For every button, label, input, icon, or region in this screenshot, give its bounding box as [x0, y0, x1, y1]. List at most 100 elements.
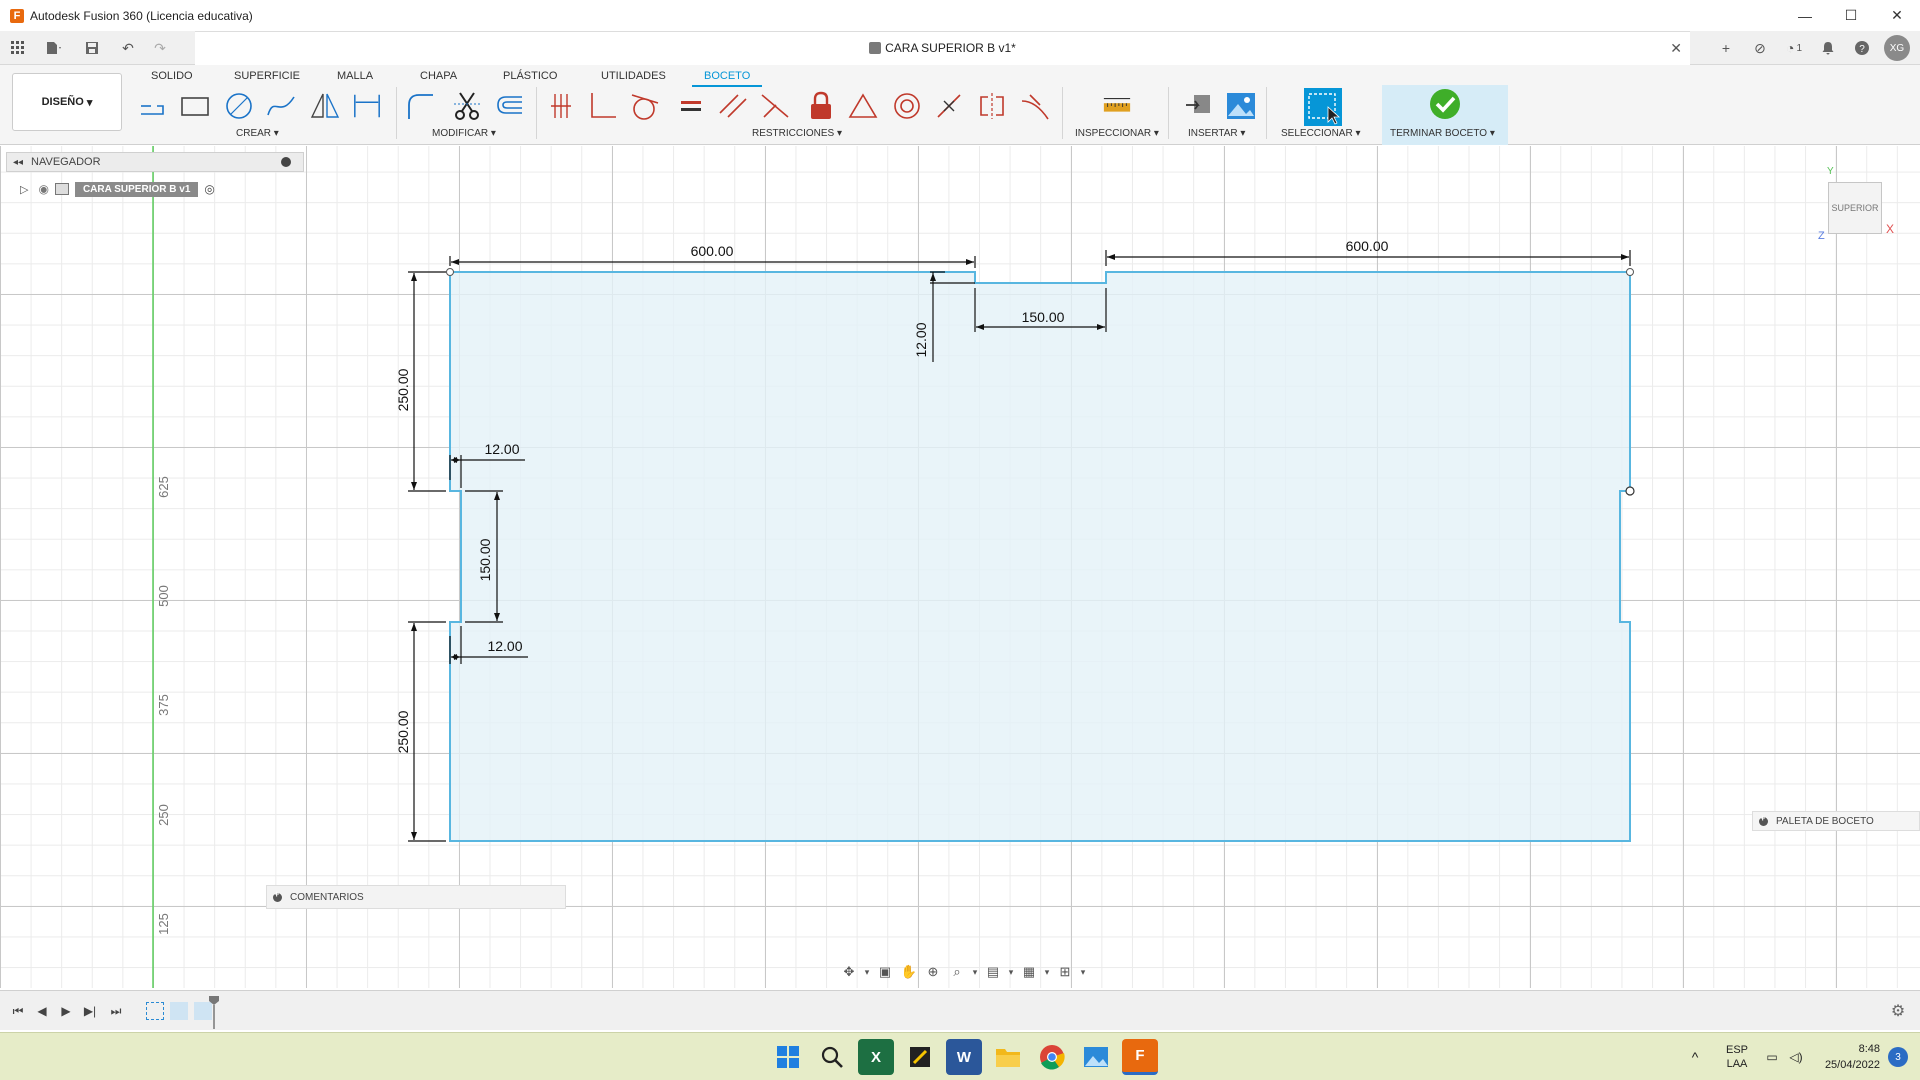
sketch-point[interactable]: [1625, 486, 1635, 496]
user-avatar[interactable]: XG: [1884, 35, 1910, 61]
sketch-profile[interactable]: [449, 271, 1631, 842]
timeline-sketch-feature-icon[interactable]: [146, 1002, 164, 1020]
pan-hand-icon[interactable]: ✋: [898, 961, 920, 983]
group-terminar-boceto[interactable]: TERMINAR BOCETO ▾: [1390, 128, 1495, 139]
group-seleccionar[interactable]: SELECCIONAR ▾: [1281, 128, 1361, 139]
tray-overflow-icon[interactable]: ^: [1680, 1049, 1710, 1065]
sketch-point[interactable]: [1626, 268, 1634, 276]
windows-start-icon[interactable]: [770, 1039, 806, 1075]
collinear-constraint-icon[interactable]: [760, 91, 790, 121]
browser-options-icon[interactable]: [281, 157, 291, 167]
clock[interactable]: 8:48 25/04/2022: [1808, 1041, 1880, 1073]
collapse-browser-icon[interactable]: ◂◂: [13, 157, 23, 168]
new-tab-icon[interactable]: +: [1714, 36, 1738, 60]
finish-sketch-check-icon[interactable]: [1428, 87, 1462, 121]
dimension-text[interactable]: 12.00: [484, 441, 519, 457]
job-status-icon[interactable]: ◔ 1: [1782, 36, 1806, 60]
browser-root-node[interactable]: ▷ ◉ CARA SUPERIOR B v1 ◎: [20, 180, 215, 198]
curvature-constraint-icon[interactable]: [1020, 91, 1050, 121]
orbit-icon[interactable]: ✥: [838, 961, 860, 983]
workspace-switcher[interactable]: DISEÑO ▾: [12, 73, 122, 131]
volume-icon[interactable]: ◁): [1784, 1050, 1808, 1064]
triangle-constraint-icon[interactable]: [848, 91, 878, 121]
tangent-constraint-icon[interactable]: [630, 91, 660, 121]
select-tool-icon[interactable]: [1304, 88, 1342, 126]
redo-icon[interactable]: ↷: [148, 36, 172, 60]
look-at-icon[interactable]: ▣: [874, 961, 896, 983]
dimension-text[interactable]: 600.00: [691, 243, 734, 259]
coincident-constraint-icon[interactable]: [546, 91, 576, 121]
document-tab[interactable]: CARA SUPERIOR B v1* ✕: [195, 31, 1690, 65]
comments-panel[interactable]: COMENTARIOS: [266, 885, 566, 909]
help-icon[interactable]: ?: [1850, 36, 1874, 60]
sketch-palette-panel[interactable]: PALETA DE BOCETO: [1752, 811, 1920, 831]
fix-lock-icon[interactable]: [806, 91, 836, 121]
notification-count-badge[interactable]: 3: [1888, 1047, 1908, 1067]
fillet-tool-icon[interactable]: [405, 91, 435, 121]
save-icon[interactable]: [80, 36, 104, 60]
browser-component-label[interactable]: CARA SUPERIOR B v1: [74, 181, 199, 197]
search-icon[interactable]: [814, 1039, 850, 1075]
concentric-constraint-icon[interactable]: [892, 91, 922, 121]
step-back-icon[interactable]: ◀: [34, 1003, 50, 1019]
file-explorer-icon[interactable]: [990, 1039, 1026, 1075]
tab-plastico[interactable]: PLÁSTICO: [503, 67, 557, 85]
orbit-dropdown-icon[interactable]: ▾: [862, 961, 872, 983]
viewcube[interactable]: SUPERIOR: [1828, 182, 1882, 234]
measure-ruler-icon[interactable]: [1102, 91, 1132, 121]
tab-superficie[interactable]: SUPERFICIE: [234, 67, 300, 85]
tab-solido[interactable]: SOLIDO: [151, 67, 193, 85]
dimension-text[interactable]: 250.00: [395, 368, 411, 411]
expand-arrow-icon[interactable]: ▷: [20, 183, 28, 196]
circle-tool-icon[interactable]: [224, 91, 254, 121]
close-window-button[interactable]: ✕: [1874, 0, 1920, 31]
symmetry-constraint-icon[interactable]: [977, 91, 1007, 121]
file-menu-icon[interactable]: [42, 36, 66, 60]
go-to-end-icon[interactable]: ⏭: [108, 1003, 124, 1019]
tab-boceto[interactable]: BOCETO: [692, 67, 763, 87]
sticky-notes-icon[interactable]: [902, 1039, 938, 1075]
undo-icon[interactable]: ↶: [116, 36, 140, 60]
app-grid-icon[interactable]: [6, 36, 30, 60]
word-icon[interactable]: W: [946, 1039, 982, 1075]
zoom-dropdown-icon[interactable]: ▾: [970, 961, 980, 983]
spline-tool-icon[interactable]: [266, 91, 296, 121]
chrome-icon[interactable]: [1034, 1039, 1070, 1075]
line-tool-icon[interactable]: [138, 91, 168, 121]
play-icon[interactable]: ▶: [58, 1003, 74, 1019]
timeline-feature-icon[interactable]: [170, 1002, 188, 1020]
mirror-tool-icon[interactable]: [310, 91, 340, 121]
sketch-dimension-tool-icon[interactable]: [352, 91, 382, 121]
zoom-icon[interactable]: ⊕: [922, 961, 944, 983]
maximize-button[interactable]: ☐: [1828, 0, 1874, 31]
sketch-canvas[interactable]: 600.00 600.00 150.00 12.00 250.00 12.00 …: [0, 146, 1920, 988]
expand-comments-icon[interactable]: [273, 889, 282, 902]
notifications-bell-icon[interactable]: [1816, 36, 1840, 60]
sketch-point[interactable]: [446, 268, 454, 276]
equal-constraint-icon[interactable]: [676, 91, 706, 121]
step-forward-icon[interactable]: ▶|: [82, 1003, 98, 1019]
photos-icon[interactable]: [1078, 1039, 1114, 1075]
group-inspeccionar[interactable]: INSPECCIONAR ▾: [1075, 128, 1159, 139]
expand-palette-icon[interactable]: [1759, 813, 1768, 826]
dimension-text[interactable]: 250.00: [395, 710, 411, 753]
dimension-text[interactable]: 150.00: [477, 538, 493, 581]
offset-tool-icon[interactable]: [494, 91, 524, 121]
tab-chapa[interactable]: CHAPA: [420, 67, 457, 85]
group-modificar[interactable]: MODIFICAR ▾: [432, 128, 496, 139]
dimension-text[interactable]: 600.00: [1346, 238, 1389, 254]
tab-malla[interactable]: MALLA: [337, 67, 373, 85]
insert-image-icon[interactable]: [1226, 91, 1256, 121]
go-to-start-icon[interactable]: ⏮: [10, 1003, 26, 1019]
dimension-text[interactable]: 150.00: [1022, 309, 1065, 325]
group-crear[interactable]: CREAR ▾: [236, 128, 279, 139]
display-dropdown-icon[interactable]: ▾: [1006, 961, 1016, 983]
fusion-taskbar-icon[interactable]: F: [1122, 1039, 1158, 1075]
trim-scissors-icon[interactable]: [452, 91, 482, 121]
insert-derive-icon[interactable]: [1184, 91, 1214, 121]
timeline-marker-handle[interactable]: [208, 995, 220, 1029]
viewports-icon[interactable]: ⊞: [1054, 961, 1076, 983]
fit-zoom-icon[interactable]: ⌕: [946, 961, 968, 983]
dimension-text[interactable]: 12.00: [913, 322, 929, 357]
timeline-settings-gear-icon[interactable]: ⚙: [1890, 1003, 1906, 1020]
